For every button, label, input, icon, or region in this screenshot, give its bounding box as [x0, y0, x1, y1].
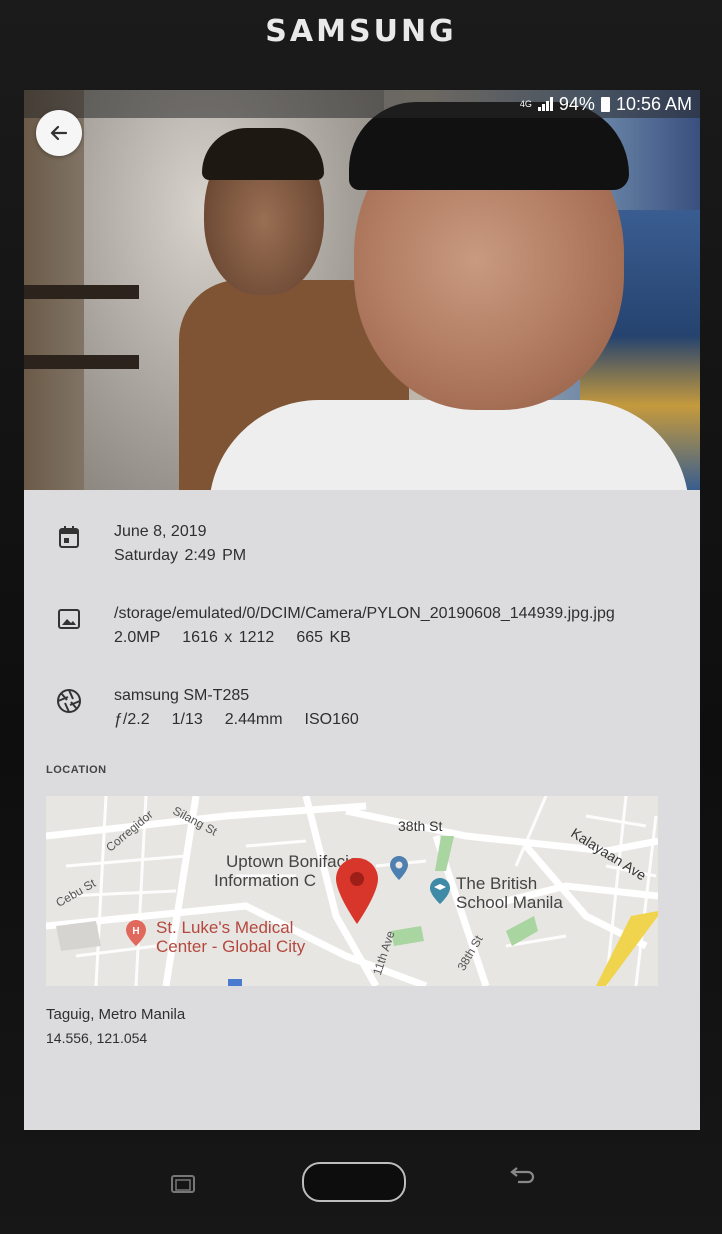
svg-text:H: H [132, 926, 139, 937]
file-megapixels: 2.0MP [114, 629, 161, 646]
location-pin-icon [336, 858, 378, 924]
recent-apps-icon[interactable] [168, 1174, 198, 1196]
file-resolution: 1616 x 1212 [182, 629, 275, 646]
signal-icon [537, 97, 553, 111]
status-bar: 4G 94% 10:56 AM [24, 90, 700, 118]
camera-iso: ISO160 [304, 711, 359, 728]
location-map[interactable]: 38th St Kalayaan Ave Corregidor Silang S… [46, 796, 658, 986]
photo-person-front-body [209, 400, 689, 490]
camera-model: samsung SM-T285 [114, 687, 250, 704]
photo-person-back-hair [202, 128, 324, 180]
location-header: LOCATION [46, 764, 107, 776]
photo-shelf [24, 285, 139, 299]
file-path: /storage/emulated/0/DCIM/Camera/PYLON_20… [114, 605, 615, 622]
map-poi-pin-icon [390, 856, 408, 880]
device-back-key-icon[interactable] [506, 1166, 536, 1188]
image-icon [56, 606, 82, 632]
back-button[interactable] [36, 110, 82, 156]
photo-shelf [24, 355, 139, 369]
location-coordinates: 14.556, 121.054 [46, 1030, 148, 1046]
map-street-label: 38th St [398, 818, 443, 834]
clock: 10:56 AM [615, 93, 692, 114]
camera-aperture: ƒ/2.2 [114, 711, 150, 728]
battery-percent: 94% [558, 93, 595, 114]
network-indicator: 4G [519, 98, 532, 109]
shutter-icon [56, 688, 82, 714]
map-poi-st-lukes: St. Luke's Medical Center - Global City [156, 918, 306, 956]
arrow-back-icon [50, 125, 68, 141]
school-poi-icon [430, 878, 450, 904]
camera-focal-length: 2.44mm [224, 711, 283, 728]
camera-exposure: 1/13 [171, 711, 203, 728]
photo-preview[interactable] [24, 90, 700, 490]
map-poi-british-school: The British School Manila [456, 874, 563, 912]
hospital-poi-icon: H [126, 920, 146, 946]
screen: 4G 94% 10:56 AM June 8, 2019 Saturday 2:… [24, 90, 700, 1130]
battery-icon [600, 96, 610, 112]
photo-date: June 8, 2019 [114, 523, 207, 540]
location-place: Taguig, Metro Manila [46, 1006, 186, 1023]
home-button[interactable] [302, 1162, 406, 1202]
device-brand-logo: SAMSUNG [265, 14, 457, 49]
photo-day-time: Saturday 2:49 PM [114, 547, 247, 564]
calendar-icon [56, 524, 82, 550]
file-size: 665 KB [296, 629, 351, 646]
